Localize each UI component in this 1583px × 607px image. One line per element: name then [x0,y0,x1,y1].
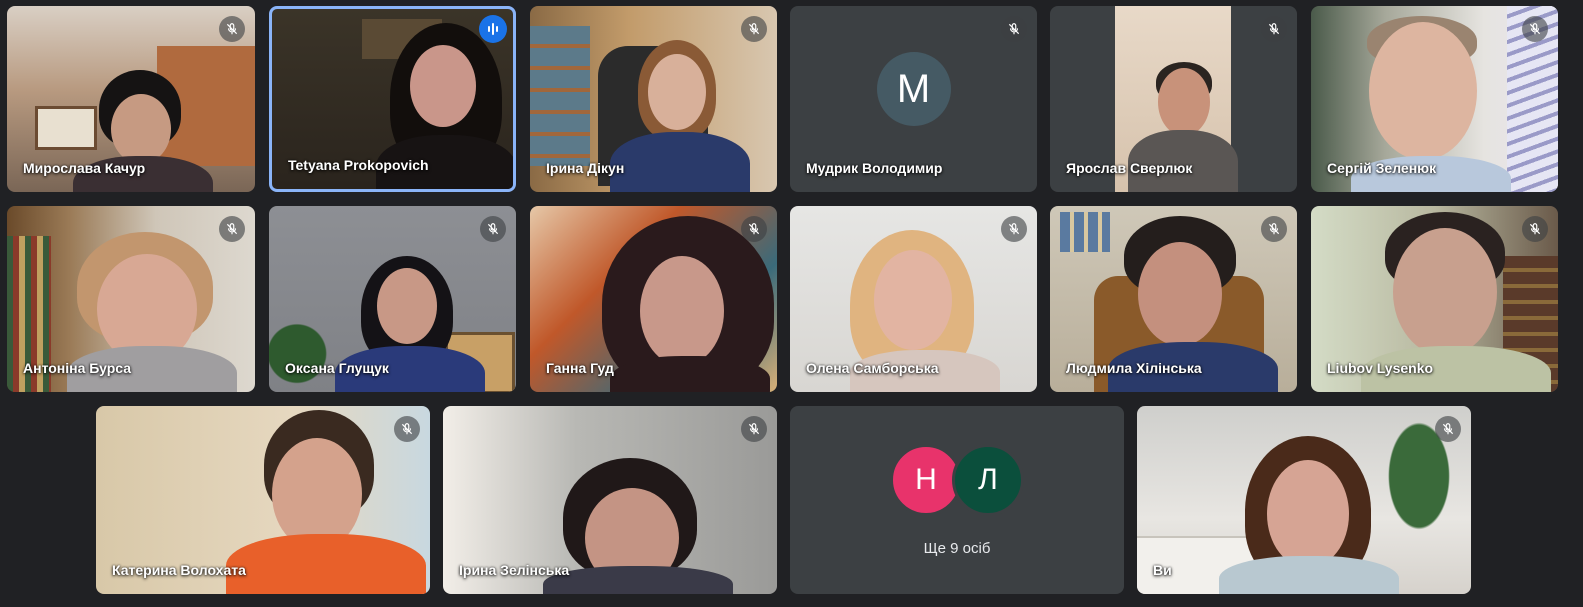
participant-tile[interactable]: Катерина Волохата [96,406,430,594]
participant-name: Олена Самборська [806,360,939,376]
participant-name: Людмила Хілінська [1066,360,1202,376]
mic-off-icon [219,216,245,242]
person-body [610,356,770,392]
mic-off-icon [741,416,767,442]
person-face [1138,242,1222,346]
mic-off-icon [1261,16,1287,42]
participant-name: Tetyana Prokopovich [288,157,429,173]
participant-tile-active-speaker[interactable]: Tetyana Prokopovich [269,6,516,192]
mic-off-icon [1001,216,1027,242]
more-participants-label: Ще 9 осіб [923,540,991,557]
more-participants-tile[interactable]: Н Л Ще 9 осіб [790,406,1124,594]
bookshelf [530,26,590,166]
participant-tile[interactable]: Мирослава Качур [7,6,255,192]
participant-name: Ярослав Сверлюк [1066,160,1193,176]
person-face [1393,228,1497,356]
participant-name: Ірина Дікун [546,160,625,176]
participant-tile[interactable]: Людмила Хілінська [1050,206,1297,392]
avatar: Л [952,444,1024,516]
person-face [640,256,724,366]
mic-off-icon [1522,16,1548,42]
participant-name: Антоніна Бурса [23,360,132,376]
audio-wave-icon [479,15,507,43]
mic-off-icon [741,216,767,242]
participant-tile[interactable]: Антоніна Бурса [7,206,255,392]
participant-tile[interactable]: Ганна Гуд [530,206,777,392]
mic-off-icon [480,216,506,242]
person-face [1369,22,1477,160]
mic-off-icon [1001,16,1027,42]
participant-name: Сергій Зеленюк [1327,160,1437,176]
participant-tile[interactable]: Ірина Дікун [530,6,777,192]
mic-off-icon [1522,216,1548,242]
participant-tile[interactable]: Liubov Lysenko [1311,206,1558,392]
participant-tile[interactable]: Оксана Глущук [269,206,516,392]
participant-name: Оксана Глущук [285,360,389,376]
person-face [410,45,476,127]
person-body [1219,556,1399,594]
person-face [648,54,706,130]
participant-name: Ірина Зелінська [459,562,570,578]
participant-tile[interactable]: Ірина Зелінська [443,406,777,594]
mic-off-icon [394,416,420,442]
participant-name: Мудрик Володимир [806,160,943,176]
mic-off-icon [1261,216,1287,242]
person-body [226,534,426,594]
participant-tile[interactable]: Олена Самборська [790,206,1037,392]
participant-name: Liubov Lysenko [1327,360,1434,376]
mic-off-icon [741,16,767,42]
mic-off-icon [1435,416,1461,442]
participant-tile[interactable]: M Мудрик Володимир [790,6,1037,192]
person-face [111,94,171,164]
person-face [1158,68,1210,136]
person-face [1267,460,1349,568]
mic-off-icon [219,16,245,42]
participant-name: Ви [1153,562,1172,578]
person-body [543,566,733,594]
person-face [874,250,952,350]
person-face [377,268,437,344]
more-avatars: Н Л [790,444,1124,516]
person-body [610,132,750,192]
self-view-tile[interactable]: Ви [1137,406,1471,594]
wall-picture [35,106,97,150]
participant-name: Катерина Волохата [112,562,246,578]
participant-tile[interactable]: Сергій Зеленюк [1311,6,1558,192]
avatar: M [876,52,951,126]
wall-pictures [1060,212,1110,252]
plant [269,296,339,392]
participant-name: Мирослава Качур [23,160,146,176]
participant-name: Ганна Гуд [546,360,614,376]
participant-tile[interactable]: Ярослав Сверлюк [1050,6,1297,192]
